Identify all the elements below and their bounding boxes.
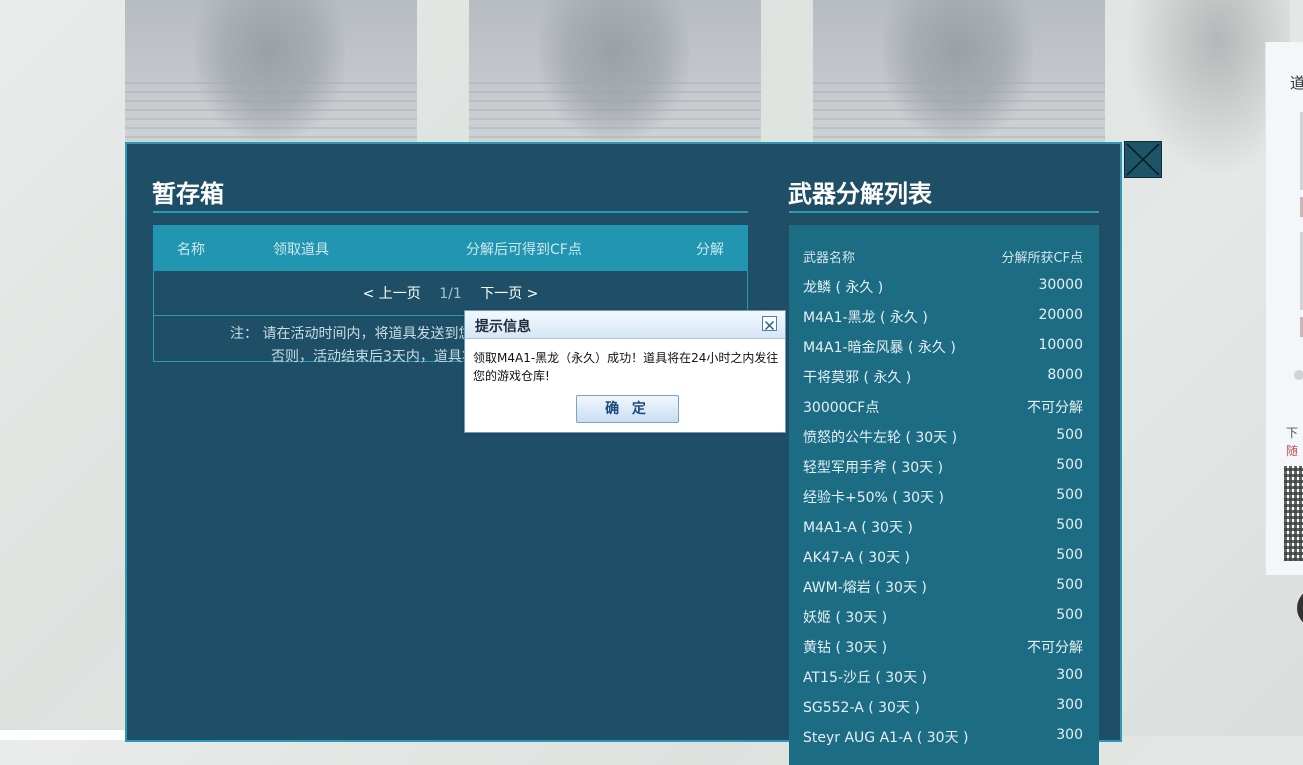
- side-panel-title: 道: [1290, 74, 1303, 92]
- list-header: 武器名称 分解所获CF点: [803, 247, 1083, 277]
- dialog-title: 提示信息: [475, 319, 531, 335]
- list-item-points: 500: [1056, 607, 1083, 623]
- close-modal-button[interactable]: [1124, 141, 1162, 178]
- list-item-name: 妖姬 ( 30天 ): [803, 610, 888, 626]
- qr-code: [1284, 466, 1303, 561]
- dialog-message: 领取M4A1-黑龙（永久）成功！道具将在24小时之内发往您的游戏仓库!: [473, 351, 779, 383]
- carousel-dot[interactable]: [1294, 370, 1303, 380]
- list-item-points: 500: [1056, 577, 1083, 593]
- list-item: 龙鳞 ( 永久 ) 30000: [803, 277, 1083, 307]
- list-item-name: 轻型军用手斧 ( 30天 ): [803, 460, 944, 476]
- list-item-name: SG552-A ( 30天 ): [803, 700, 920, 716]
- list-item-points: 不可分解: [1027, 640, 1083, 656]
- list-header-name: 武器名称: [803, 251, 856, 266]
- storage-title: 暂存箱: [152, 180, 224, 208]
- list-item-name: Steyr AUG A1-A ( 30天 ): [803, 730, 969, 746]
- list-item: 黄钻 ( 30天 ) 不可分解: [803, 637, 1083, 667]
- list-item: 妖姬 ( 30天 ) 500: [803, 607, 1083, 637]
- close-icon: [1126, 143, 1160, 176]
- side-panel-text: 随: [1286, 444, 1299, 458]
- list-item-points: 30000: [1038, 277, 1083, 293]
- list-item: M4A1-黑龙 ( 永久 ) 20000: [803, 307, 1083, 337]
- list-item: 干将莫邪 ( 永久 ) 8000: [803, 367, 1083, 397]
- list-item-points: 300: [1056, 727, 1083, 743]
- list-item-name: M4A1-A ( 30天 ): [803, 520, 913, 536]
- list-item: Steyr AUG A1-A ( 30天 ) 300: [803, 727, 1083, 757]
- list-item-name: AK47-A ( 30天 ): [803, 550, 910, 566]
- list-item: AT15-沙丘 ( 30天 ) 300: [803, 667, 1083, 697]
- list-item-name: 黄钻 ( 30天 ): [803, 640, 888, 656]
- list-item: 经验卡+50% ( 30天 ) 500: [803, 487, 1083, 517]
- list-item-points: 20000: [1038, 307, 1083, 323]
- banner-image-3: [813, 0, 1105, 142]
- next-page-link[interactable]: 下一页 >: [480, 286, 538, 302]
- list-item-name: AWM-熔岩 ( 30天 ): [803, 580, 927, 596]
- list-item-points: 不可分解: [1027, 400, 1083, 416]
- list-item: M4A1-暗金风暴 ( 永久 ) 10000: [803, 337, 1083, 367]
- list-item-points: 300: [1056, 697, 1083, 713]
- dialog-close-button[interactable]: [762, 316, 777, 331]
- pager: < 上一页 1/1 下一页 >: [154, 283, 747, 303]
- list-item-points: 500: [1056, 427, 1083, 443]
- list-item: AWM-熔岩 ( 30天 ) 500: [803, 577, 1083, 607]
- decompose-list-title: 武器分解列表: [788, 180, 932, 208]
- column-header-cf-points: 分解后可得到CF点: [466, 242, 582, 258]
- list-item-name: M4A1-黑龙 ( 永久 ): [803, 310, 928, 326]
- storage-table-header: 名称 领取道具 分解后可得到CF点 分解: [153, 225, 748, 271]
- list-item-name: 经验卡+50% ( 30天 ): [803, 490, 944, 506]
- dialog-titlebar: 提示信息: [465, 311, 785, 339]
- close-icon: [765, 321, 774, 330]
- list-item-points: 500: [1056, 457, 1083, 473]
- list-item-points: 500: [1056, 487, 1083, 503]
- decompose-list-title-rule: [789, 211, 1099, 213]
- note-line-1: 注： 请在活动时间内，将道具发送到您: [230, 326, 473, 342]
- list-item-points: 10000: [1038, 337, 1083, 353]
- alert-dialog: 提示信息 领取M4A1-黑龙（永久）成功！道具将在24小时之内发往您的游戏仓库!…: [464, 310, 786, 433]
- floating-button[interactable]: [1297, 588, 1303, 628]
- side-panel: 道 下 随: [1265, 42, 1303, 575]
- list-item-points: 500: [1056, 517, 1083, 533]
- list-item-name: AT15-沙丘 ( 30天 ): [803, 670, 927, 686]
- list-item: M4A1-A ( 30天 ) 500: [803, 517, 1083, 547]
- list-header-points: 分解所获CF点: [1001, 251, 1083, 266]
- prev-page-link[interactable]: < 上一页: [363, 286, 421, 302]
- list-item: SG552-A ( 30天 ) 300: [803, 697, 1083, 727]
- page-indicator: 1/1: [439, 286, 462, 302]
- side-panel-text: 下: [1286, 426, 1299, 440]
- note-line-2: 否则，活动结束后3天内，道具将: [271, 349, 476, 365]
- storage-modal: 暂存箱 名称 领取道具 分解后可得到CF点 分解 < 上一页 1/1 下一页 >…: [125, 142, 1122, 765]
- banner-image-2: [469, 0, 761, 142]
- column-header-item: 领取道具: [273, 242, 329, 258]
- list-item-name: 龙鳞 ( 永久 ): [803, 280, 884, 296]
- list-item-points: 8000: [1047, 367, 1083, 383]
- list-item-name: 愤怒的公牛左轮 ( 30天 ): [803, 430, 958, 446]
- list-item-name: 干将莫邪 ( 永久 ): [803, 370, 912, 386]
- confirm-button[interactable]: 确 定: [576, 395, 679, 423]
- list-item: 轻型军用手斧 ( 30天 ) 500: [803, 457, 1083, 487]
- banner-image-1: [125, 0, 417, 142]
- list-item: 30000CF点 不可分解: [803, 397, 1083, 427]
- column-header-name: 名称: [177, 242, 205, 258]
- list-item-name: 30000CF点: [803, 400, 880, 416]
- column-header-decompose: 分解: [696, 242, 724, 258]
- list-item-points: 300: [1056, 667, 1083, 683]
- list-item: 愤怒的公牛左轮 ( 30天 ) 500: [803, 427, 1083, 457]
- storage-title-rule: [153, 211, 748, 213]
- decompose-list: 武器名称 分解所获CF点 龙鳞 ( 永久 ) 30000 M4A1-黑龙 ( 永久 …: [789, 225, 1099, 765]
- list-item-points: 500: [1056, 547, 1083, 563]
- list-item-name: M4A1-暗金风暴 ( 永久 ): [803, 340, 956, 356]
- list-item: AK47-A ( 30天 ) 500: [803, 547, 1083, 577]
